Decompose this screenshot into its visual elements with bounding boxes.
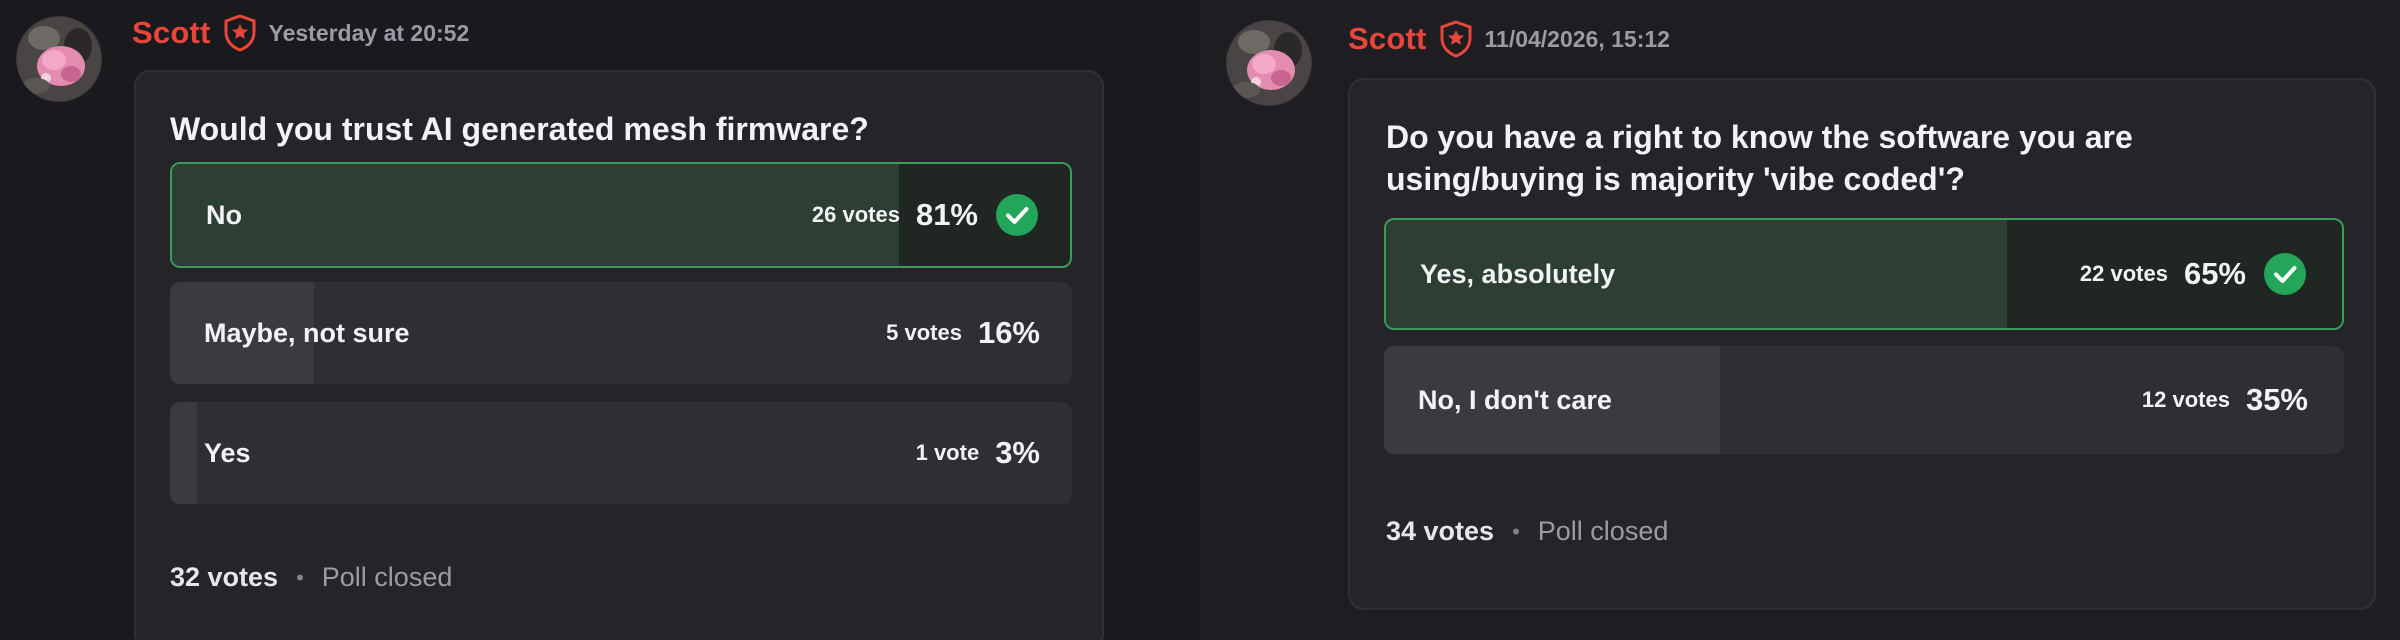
avatar[interactable] bbox=[16, 16, 102, 102]
separator-dot: • bbox=[1512, 518, 1520, 544]
poll-status: Poll closed bbox=[1537, 516, 1669, 546]
poll-question: Would you trust AI generated mesh firmwa… bbox=[170, 111, 869, 147]
shield-star-icon[interactable] bbox=[1439, 20, 1473, 58]
answer-votes: 12 votes bbox=[2141, 387, 2230, 412]
answer-percent: 65% bbox=[2183, 256, 2246, 291]
poll-footer: 32 votes • Poll closed bbox=[170, 562, 452, 593]
answer-fill bbox=[170, 402, 198, 504]
message-header: Scott 11/04/2026, 15:12 bbox=[1348, 20, 1670, 58]
answer-percent: 16% bbox=[977, 315, 1040, 350]
answer-label: Maybe, not sure bbox=[204, 317, 410, 348]
answer-votes: 1 vote bbox=[915, 440, 980, 465]
check-circle-icon bbox=[996, 194, 1038, 236]
timestamp: Yesterday at 20:52 bbox=[268, 19, 470, 46]
username[interactable]: Scott bbox=[132, 15, 211, 51]
answer-stats: 22 votes 65% bbox=[2080, 220, 2306, 328]
avatar[interactable] bbox=[1226, 20, 1312, 106]
poll-card: Do you have a right to know the software… bbox=[1348, 78, 2376, 610]
answer-percent: 3% bbox=[995, 435, 1040, 470]
avatar-image bbox=[1226, 20, 1312, 106]
message-left: Scott Yesterday at 20:52 Would you trust… bbox=[0, 0, 1200, 640]
answer-label: Yes, absolutely bbox=[1420, 258, 1616, 289]
poll-answer-maybe[interactable]: Maybe, not sure 5 votes 16% bbox=[170, 282, 1072, 384]
poll-question-line: Do you have a right to know the software… bbox=[1386, 119, 2133, 155]
answer-fill bbox=[172, 164, 900, 266]
poll-total-votes[interactable]: 32 votes bbox=[170, 562, 278, 593]
answer-label: No bbox=[206, 199, 242, 230]
answer-votes: 26 votes bbox=[811, 202, 900, 227]
answer-votes: 22 votes bbox=[2079, 261, 2168, 286]
answer-stats: 1 vote 3% bbox=[916, 402, 1040, 504]
answer-stats: 5 votes 16% bbox=[886, 282, 1040, 384]
poll-status: Poll closed bbox=[321, 562, 453, 592]
poll-answer-no[interactable]: No 26 votes 81% bbox=[170, 162, 1072, 268]
poll-question-line: using/buying is majority 'vibe coded'? bbox=[1386, 161, 1965, 197]
message-right: Scott 11/04/2026, 15:12 Do you have a ri… bbox=[1200, 0, 2400, 640]
message-header: Scott Yesterday at 20:52 bbox=[132, 14, 469, 52]
answer-percent: 81% bbox=[915, 197, 978, 232]
answer-stats: 12 votes 35% bbox=[2142, 346, 2308, 454]
separator-dot: • bbox=[296, 564, 304, 590]
username[interactable]: Scott bbox=[1348, 21, 1427, 57]
shield-star-icon[interactable] bbox=[223, 14, 257, 52]
answer-percent: 35% bbox=[2245, 382, 2308, 417]
avatar-image bbox=[16, 16, 102, 102]
answer-label: Yes bbox=[204, 437, 251, 468]
check-circle-icon bbox=[2264, 253, 2306, 295]
poll-card: Would you trust AI generated mesh firmwa… bbox=[134, 70, 1104, 640]
poll-footer: 34 votes • Poll closed bbox=[1386, 516, 1668, 547]
answer-votes: 5 votes bbox=[886, 320, 962, 345]
poll-question: Do you have a right to know the software… bbox=[1386, 116, 2133, 200]
poll-answer-yes-absolutely[interactable]: Yes, absolutely 22 votes 65% bbox=[1384, 218, 2344, 330]
poll-answer-no-dont-care[interactable]: No, I don't care 12 votes 35% bbox=[1384, 346, 2344, 454]
poll-answer-yes[interactable]: Yes 1 vote 3% bbox=[170, 402, 1072, 504]
answer-stats: 26 votes 81% bbox=[812, 164, 1038, 266]
timestamp: 11/04/2026, 15:12 bbox=[1484, 25, 1670, 52]
poll-total-votes[interactable]: 34 votes bbox=[1386, 516, 1494, 547]
answer-label: No, I don't care bbox=[1418, 384, 1612, 415]
